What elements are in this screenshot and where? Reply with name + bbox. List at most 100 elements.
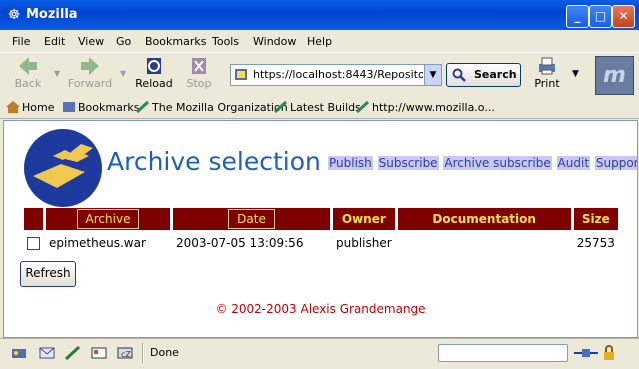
back-dropdown-icon[interactable]: ▼ <box>54 69 60 78</box>
mozilla-throbber-logo[interactable]: m <box>595 56 634 95</box>
progress-bar <box>438 344 568 362</box>
back-button[interactable]: Back <box>10 55 46 90</box>
menu-tools[interactable]: Tools <box>212 35 239 48</box>
bookmark-latest-builds[interactable]: Latest Builds <box>274 101 361 114</box>
menu-edit[interactable]: Edit <box>44 35 65 48</box>
page-title: Archive selection <box>107 147 321 176</box>
menu-help[interactable]: Help <box>307 35 332 48</box>
close-button[interactable]: ✕ <box>612 5 635 28</box>
date-column-header[interactable]: Date <box>173 208 330 230</box>
status-bar: cZ Done <box>0 338 639 369</box>
nav-audit-link[interactable]: Audit <box>556 156 591 170</box>
row-checkbox[interactable] <box>27 237 40 250</box>
forward-dropdown-icon[interactable]: ▼ <box>120 69 126 78</box>
minimize-button[interactable]: _ <box>566 5 589 28</box>
bookmark-latest-builds-label: Latest Builds <box>290 101 361 114</box>
bookmarks-icon <box>63 102 75 112</box>
search-button[interactable]: Search <box>446 63 521 87</box>
bookmark-home-label: Home <box>22 101 55 114</box>
printer-icon <box>539 57 555 75</box>
maximize-button[interactable]: □ <box>589 5 612 28</box>
print-dropdown-icon[interactable]: ▼ <box>572 69 579 79</box>
refresh-button[interactable]: Refresh <box>20 261 76 287</box>
search-label: Search <box>474 68 517 81</box>
archive-logo <box>24 129 102 207</box>
archive-column-header[interactable]: Archive <box>46 208 170 230</box>
forward-button[interactable]: Forward <box>66 55 114 90</box>
archive-date: 2003-07-05 13:09:56 <box>176 236 304 250</box>
bookmark-pen-icon <box>356 101 370 113</box>
title-bar: ☸ Mozilla _ □ ✕ <box>0 0 639 30</box>
archive-table: Archive Date Owner Documentation Size ep… <box>21 205 621 256</box>
home-icon <box>6 101 20 113</box>
bookmark-home[interactable]: Home <box>6 101 54 114</box>
table-row: epimetheus.war 2003-07-05 13:09:56 publi… <box>24 233 618 253</box>
svg-text:cZ: cZ <box>121 350 131 359</box>
nav-archive-subscribe-link[interactable]: Archive subscribe <box>443 156 552 170</box>
online-connection-icon[interactable] <box>573 345 599 361</box>
date-sort-button[interactable]: Date <box>228 209 275 229</box>
copyright-footer: © 2002-2003 Alexis Grandemange <box>215 302 426 316</box>
reload-icon <box>147 58 161 74</box>
print-label: Print <box>534 77 560 90</box>
composer-icon[interactable] <box>64 345 82 361</box>
top-nav-links: Publish Subscribe Archive subscribe Audi… <box>328 156 637 170</box>
select-column-header <box>24 208 43 230</box>
table-header-row: Archive Date Owner Documentation Size <box>24 208 618 230</box>
reload-button[interactable]: Reload <box>134 55 174 90</box>
bookmark-bookmarks[interactable]: Bookmarks <box>62 101 139 114</box>
status-text: Done <box>150 346 179 359</box>
site-icon <box>235 69 247 80</box>
documentation-column-header: Documentation <box>397 208 571 230</box>
archive-sort-button[interactable]: Archive <box>76 209 140 229</box>
archive-size: 25753 <box>576 236 615 250</box>
print-button[interactable]: Print <box>532 55 562 90</box>
bookmark-mozilla-org[interactable]: The Mozilla Organization <box>136 101 288 114</box>
mail-icon[interactable] <box>38 345 56 361</box>
archive-name: epimetheus.war <box>49 236 146 250</box>
address-book-icon[interactable]: cZ <box>116 345 134 361</box>
status-separator <box>142 343 144 363</box>
bookmark-bookmarks-label: Bookmarks <box>78 101 140 114</box>
search-icon <box>452 68 466 82</box>
archive-documentation <box>398 233 571 253</box>
browser-window: ☸ Mozilla _ □ ✕ File Edit View Go Bookma… <box>0 0 639 369</box>
archive-owner: publisher <box>336 236 392 250</box>
url-dropdown-icon[interactable]: ▼ <box>424 65 441 85</box>
page-content: Archive selection Publish Subscribe Arch… <box>3 120 638 338</box>
menu-bookmarks[interactable]: Bookmarks <box>145 35 206 48</box>
url-bar[interactable]: https://localhost:8443/Repository/ ▼ <box>230 64 442 86</box>
navigation-toolbar: Back ▼ Forward ▼ Reload Stop https://loc… <box>0 52 639 99</box>
chat-icon[interactable] <box>90 345 108 361</box>
menu-window[interactable]: Window <box>253 35 296 48</box>
bookmarks-toolbar: Home Bookmarks The Mozilla Organization … <box>0 98 639 119</box>
bookmark-mozilla-url-label: http://www.mozilla.o... <box>372 101 495 114</box>
forward-label: Forward <box>67 77 113 90</box>
mozilla-app-icon: ☸ <box>7 7 21 23</box>
window-title: Mozilla <box>26 7 78 22</box>
nav-subscribe-link[interactable]: Subscribe <box>377 156 439 170</box>
url-text: https://localhost:8443/Repository/ <box>253 68 423 81</box>
bookmark-pen-icon <box>274 101 288 113</box>
owner-column-header: Owner <box>333 208 395 230</box>
size-column-header: Size <box>573 208 618 230</box>
bookmark-mozilla-org-label: The Mozilla Organization <box>152 101 288 114</box>
stop-button[interactable]: Stop <box>184 55 214 90</box>
menu-bar: File Edit View Go Bookmarks Tools Window… <box>0 30 639 52</box>
bookmark-mozilla-url[interactable]: http://www.mozilla.o... <box>356 101 495 114</box>
menu-view[interactable]: View <box>78 35 104 48</box>
menu-go[interactable]: Go <box>116 35 131 48</box>
back-arrow-icon <box>19 57 37 75</box>
back-label: Back <box>14 77 42 90</box>
forward-arrow-icon <box>81 57 99 75</box>
stop-label: Stop <box>186 77 212 90</box>
security-lock-icon[interactable] <box>602 345 616 361</box>
nav-publish-link[interactable]: Publish <box>328 156 373 170</box>
nav-support-link[interactable]: Support <box>594 156 637 170</box>
menu-file[interactable]: File <box>12 35 30 48</box>
stop-icon <box>192 58 206 74</box>
row-select-cell <box>24 233 43 253</box>
bookmark-pen-icon <box>136 101 150 113</box>
reload-label: Reload <box>135 77 173 90</box>
navigator-icon[interactable] <box>10 345 28 361</box>
